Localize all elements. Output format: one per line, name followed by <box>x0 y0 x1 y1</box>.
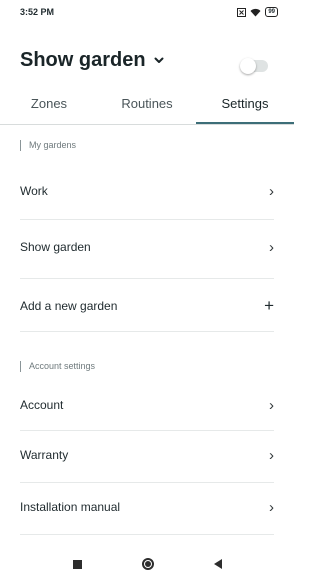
divider <box>20 482 274 483</box>
home-icon[interactable] <box>141 558 154 570</box>
tab-divider <box>0 124 294 125</box>
plus-icon: + <box>264 296 274 315</box>
status-time: 3:52 PM <box>20 7 55 17</box>
tab-zones[interactable]: Zones <box>0 82 98 124</box>
divider <box>20 278 274 279</box>
chevron-right-icon: › <box>269 446 274 464</box>
list-item-show-garden[interactable]: Show garden › <box>20 228 274 266</box>
tab-routines[interactable]: Routines <box>98 82 196 124</box>
chevron-right-icon: › <box>269 238 274 256</box>
status-icons: 99 <box>237 7 278 17</box>
divider <box>20 219 274 220</box>
chevron-right-icon: › <box>269 182 274 200</box>
list-item-add-garden[interactable]: Add a new garden + <box>20 287 274 325</box>
notification-icon <box>237 7 247 17</box>
divider <box>20 331 274 332</box>
list-item-label: Installation manual <box>20 500 121 514</box>
divider <box>20 430 274 431</box>
section-label-my-gardens: My gardens <box>20 140 76 151</box>
garden-toggle[interactable] <box>240 58 268 74</box>
list-item-label: Work <box>20 184 48 198</box>
status-bar: 3:52 PM 99 <box>0 0 294 24</box>
list-item-label: Account <box>20 398 64 412</box>
chevron-down-icon <box>154 57 164 63</box>
recents-icon[interactable] <box>72 559 82 569</box>
list-item-installation-manual[interactable]: Installation manual › <box>20 488 274 526</box>
wifi-icon <box>250 8 261 16</box>
list-item-account[interactable]: Account › <box>20 386 274 424</box>
list-item-label: Show garden <box>20 240 91 254</box>
tab-bar: Zones Routines Settings <box>0 82 294 124</box>
chevron-right-icon: › <box>269 498 274 516</box>
toggle-knob <box>240 58 256 74</box>
list-item-warranty[interactable]: Warranty › <box>20 436 274 474</box>
divider <box>20 534 274 535</box>
list-item-label: Add a new garden <box>20 299 118 313</box>
section-label-account-settings: Account settings <box>20 361 95 372</box>
back-icon[interactable] <box>213 559 222 569</box>
tab-settings[interactable]: Settings <box>196 82 294 124</box>
garden-selector[interactable]: Show garden <box>20 49 164 72</box>
garden-header: Show garden <box>0 44 294 76</box>
list-item-work[interactable]: Work › <box>20 172 274 210</box>
system-nav-bar <box>0 548 294 580</box>
chevron-right-icon: › <box>269 396 274 414</box>
garden-title: Show garden <box>20 48 146 71</box>
battery-icon: 99 <box>265 7 278 17</box>
list-item-label: Warranty <box>20 448 69 462</box>
